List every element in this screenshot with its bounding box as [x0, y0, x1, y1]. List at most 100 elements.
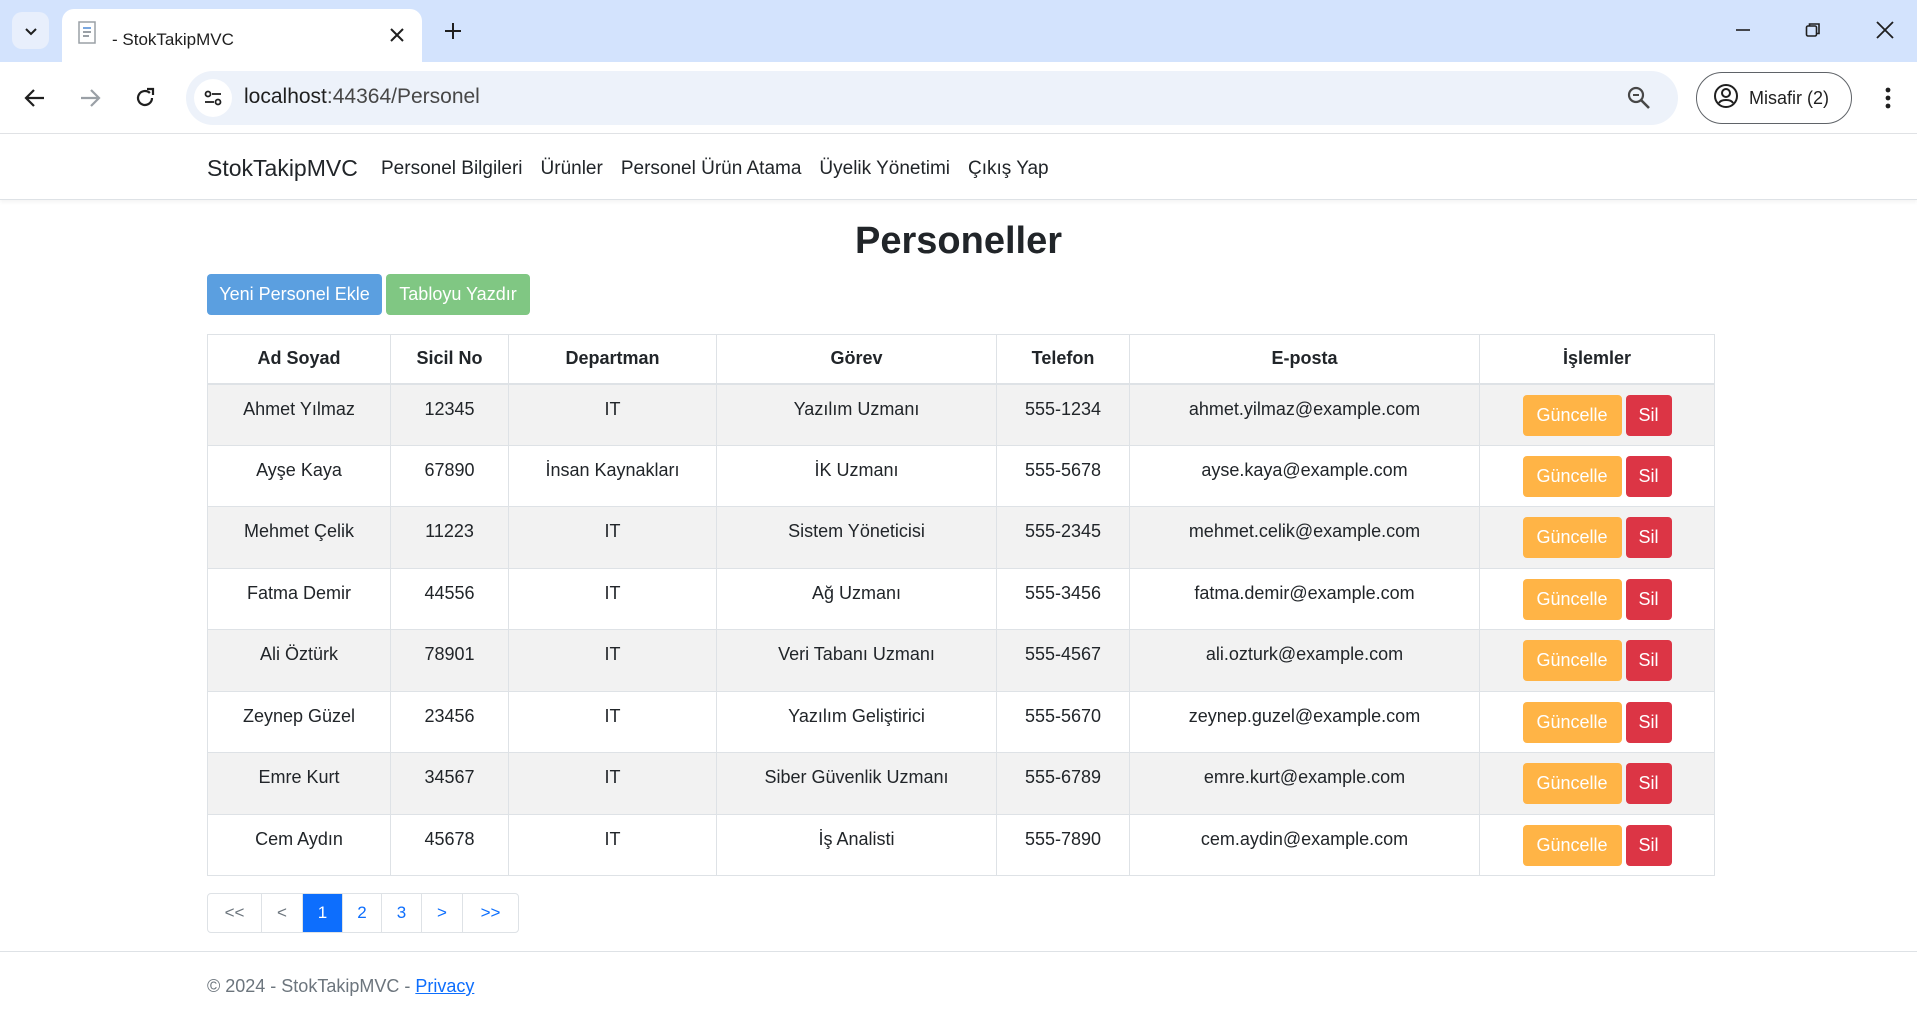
- cell-actions: Güncelle Sil: [1479, 813, 1715, 876]
- tab-list-icon[interactable]: [12, 12, 49, 49]
- cell-sicil-no: 67890: [390, 444, 509, 507]
- delete-button[interactable]: Sil: [1625, 455, 1672, 497]
- back-arrow-icon[interactable]: [15, 78, 55, 118]
- table-row: Fatma Demir 44556 IT Ağ Uzmanı 555-3456 fatma…: [207, 567, 1715, 630]
- cell-gorev: Siber Güvenlik Uzmanı: [716, 752, 997, 815]
- cell-ad-soyad: Ayşe Kaya: [207, 444, 391, 507]
- footer-copyright: © 2024 - StokTakipMVC -: [207, 976, 416, 996]
- cell-gorev: İş Analisti: [716, 813, 997, 876]
- cell-ad-soyad: Fatma Demir: [207, 567, 391, 630]
- more-vert-icon[interactable]: [1868, 78, 1908, 118]
- privacy-link[interactable]: Privacy: [415, 976, 474, 996]
- page-1[interactable]: 1: [303, 894, 343, 932]
- cell-gorev: Veri Tabanı Uzmanı: [716, 629, 997, 692]
- address-bar[interactable]: localhost:44364/Personel: [186, 71, 1678, 125]
- reload-icon[interactable]: [125, 78, 165, 118]
- delete-button[interactable]: Sil: [1625, 824, 1672, 866]
- cell-ad-soyad: Emre Kurt: [207, 752, 391, 815]
- update-button[interactable]: Güncelle: [1522, 763, 1622, 804]
- update-button[interactable]: Güncelle: [1522, 824, 1622, 866]
- delete-button[interactable]: Sil: [1625, 763, 1672, 804]
- cell-ad-soyad: Mehmet Çelik: [207, 506, 391, 569]
- footer-text: © 2024 - StokTakipMVC - Privacy: [207, 976, 474, 997]
- page-viewport: StokTakipMVC Personel Bilgileri Ürünler …: [0, 134, 1917, 1010]
- cell-ad-soyad: Cem Aydın: [207, 813, 391, 876]
- cell-telefon: 555-2345: [996, 506, 1130, 569]
- restore-icon[interactable]: [1788, 10, 1838, 50]
- url-host: localhost: [244, 85, 327, 108]
- profile-icon: [1713, 83, 1739, 114]
- cell-telefon: 555-5670: [996, 690, 1130, 753]
- page-next[interactable]: >: [422, 894, 463, 932]
- nav-link-uyelik-yonetimi[interactable]: Üyelik Yönetimi: [819, 158, 950, 180]
- cell-gorev: İK Uzmanı: [716, 444, 997, 507]
- update-button[interactable]: Güncelle: [1522, 517, 1622, 558]
- update-button[interactable]: Güncelle: [1522, 578, 1622, 620]
- page-2[interactable]: 2: [343, 894, 382, 932]
- site-info-icon[interactable]: [194, 79, 232, 117]
- delete-button[interactable]: Sil: [1625, 640, 1672, 681]
- cell-actions: Güncelle Sil: [1479, 567, 1715, 630]
- plus-icon[interactable]: [436, 14, 470, 48]
- table-row: Cem Aydın 45678 IT İş Analisti 555-7890 cem.a…: [207, 813, 1715, 876]
- column-header: Departman: [508, 334, 717, 385]
- cell-ad-soyad: Zeynep Güzel: [207, 690, 391, 753]
- url-text: localhost:44364/Personel: [244, 85, 480, 109]
- cell-sicil-no: 11223: [390, 506, 509, 569]
- print-table-button[interactable]: Tabloyu Yazdır: [386, 274, 530, 315]
- pagination: << < 1 2 3 > >>: [207, 893, 519, 933]
- nav-link-urunler[interactable]: Ürünler: [541, 158, 603, 180]
- page-last[interactable]: >>: [463, 894, 518, 932]
- update-button[interactable]: Güncelle: [1522, 640, 1622, 681]
- cell-eposta: zeynep.guzel@example.com: [1129, 690, 1480, 753]
- cell-telefon: 555-5678: [996, 444, 1130, 507]
- cell-departman: IT: [508, 690, 717, 753]
- delete-button[interactable]: Sil: [1625, 578, 1672, 620]
- cell-actions: Güncelle Sil: [1479, 752, 1715, 815]
- page-3[interactable]: 3: [382, 894, 422, 932]
- personel-table: Ad Soyad Sicil No Departman Görev Telefo…: [207, 334, 1715, 876]
- nav-links: Personel Bilgileri Ürünler Personel Ürün…: [381, 158, 1049, 180]
- close-window-icon[interactable]: [1860, 10, 1910, 50]
- cell-gorev: Ağ Uzmanı: [716, 567, 997, 630]
- navbar-brand[interactable]: StokTakipMVC: [207, 155, 358, 182]
- page-first[interactable]: <<: [208, 894, 262, 932]
- cell-telefon: 555-4567: [996, 629, 1130, 692]
- table-row: Ahmet Yılmaz 12345 IT Yazılım Uzmanı 555-123…: [207, 383, 1715, 446]
- cell-eposta: fatma.demir@example.com: [1129, 567, 1480, 630]
- nav-link-personel-bilgileri[interactable]: Personel Bilgileri: [381, 158, 523, 180]
- forward-arrow-icon[interactable]: [70, 78, 110, 118]
- cell-departman: IT: [508, 506, 717, 569]
- profile-button[interactable]: Misafir (2): [1696, 72, 1852, 124]
- delete-button[interactable]: Sil: [1625, 701, 1672, 743]
- delete-button[interactable]: Sil: [1625, 517, 1672, 558]
- table-row: Ayşe Kaya 67890 İnsan Kaynakları İK Uzmanı 5…: [207, 444, 1715, 507]
- table-header-row: Ad Soyad Sicil No Departman Görev Telefo…: [207, 334, 1715, 385]
- minimize-icon[interactable]: [1718, 10, 1768, 50]
- cell-actions: Güncelle Sil: [1479, 629, 1715, 692]
- page-title: Personeller: [855, 220, 1062, 262]
- cell-sicil-no: 44556: [390, 567, 509, 630]
- cell-actions: Güncelle Sil: [1479, 444, 1715, 507]
- cell-eposta: ayse.kaya@example.com: [1129, 444, 1480, 507]
- cell-gorev: Sistem Yöneticisi: [716, 506, 997, 569]
- cell-departman: IT: [508, 813, 717, 876]
- zoom-icon[interactable]: [1626, 85, 1652, 116]
- cell-sicil-no: 23456: [390, 690, 509, 753]
- nav-link-personel-urun-atama[interactable]: Personel Ürün Atama: [621, 158, 802, 180]
- delete-button[interactable]: Sil: [1625, 394, 1672, 436]
- column-header: Görev: [716, 334, 997, 385]
- cell-actions: Güncelle Sil: [1479, 506, 1715, 569]
- cell-sicil-no: 45678: [390, 813, 509, 876]
- update-button[interactable]: Güncelle: [1522, 701, 1622, 743]
- update-button[interactable]: Güncelle: [1522, 394, 1622, 436]
- cell-gorev: Yazılım Geliştirici: [716, 690, 997, 753]
- cell-telefon: 555-1234: [996, 383, 1130, 446]
- browser-tab[interactable]: - StokTakipMVC: [62, 9, 422, 62]
- close-icon[interactable]: [383, 21, 411, 49]
- add-personel-button[interactable]: Yeni Personel Ekle: [207, 274, 382, 315]
- page-prev[interactable]: <: [262, 894, 303, 932]
- cell-eposta: ali.ozturk@example.com: [1129, 629, 1480, 692]
- update-button[interactable]: Güncelle: [1522, 455, 1622, 497]
- nav-link-cikis-yap[interactable]: Çıkış Yap: [968, 158, 1049, 180]
